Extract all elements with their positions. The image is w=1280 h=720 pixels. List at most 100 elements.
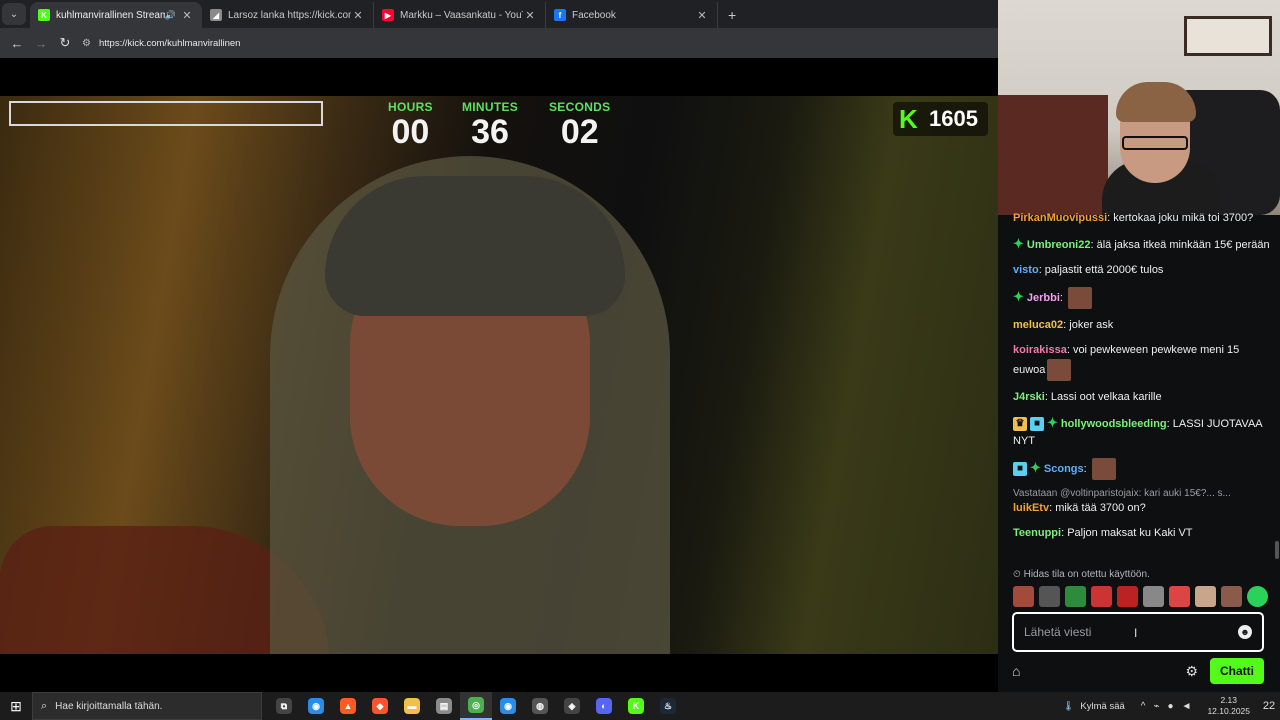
emote-icon[interactable] <box>1065 586 1086 607</box>
tab-close-icon[interactable]: ✕ <box>523 9 537 22</box>
chat-text: : <box>1083 462 1090 475</box>
chat-emote-icon <box>1091 458 1116 480</box>
chat-message[interactable]: J4rski: Lassi oot velkaa karille <box>1013 389 1270 406</box>
chat-username[interactable]: hollywoodsbleeding <box>1061 418 1167 430</box>
verified-star-icon: ✦ <box>1013 236 1024 251</box>
kick-icon-glyph: K <box>628 698 644 714</box>
url-field[interactable]: ⚙ https://kick.com/kuhlmanvirallinen <box>82 32 962 54</box>
task-view-icon[interactable]: ⧉ <box>268 692 300 720</box>
chat-username[interactable]: meluca02 <box>1013 319 1063 331</box>
file-explorer-icon[interactable]: ▬ <box>396 692 428 720</box>
obs-icon[interactable]: ◍ <box>524 692 556 720</box>
unity-icon-glyph: ◈ <box>564 698 580 714</box>
fire-icon[interactable]: ▲ <box>332 692 364 720</box>
network-icon[interactable]: ⌁ <box>1153 701 1159 712</box>
chat-messages[interactable]: PirkanMuovipussi: kertokaa joku mikä toi… <box>998 210 1280 610</box>
weather-widget[interactable]: 🌡 Kylmä sää <box>1062 701 1124 712</box>
emote-icon[interactable] <box>1169 586 1190 607</box>
chat-emote-icon <box>1068 287 1093 309</box>
chat-message[interactable]: ✦ Umbreoni22: älä jaksa itkeä minkään 15€… <box>1013 235 1270 254</box>
discord-icon[interactable]: ◐ <box>588 692 620 720</box>
unity-icon[interactable]: ◈ <box>556 692 588 720</box>
chat-input[interactable] <box>1024 625 1238 639</box>
kick-icon[interactable]: K <box>620 692 652 720</box>
chat-username[interactable]: Umbreoni22 <box>1027 239 1091 251</box>
chat-message[interactable]: ♛ ■ ✦ hollywoodsbleeding: LASSI JUOTAVAA NY… <box>1013 414 1270 450</box>
microphone-icon[interactable]: ● <box>1168 701 1174 712</box>
video-frame[interactable] <box>0 96 998 654</box>
timer-minutes: MINUTES 36 <box>462 100 518 150</box>
emote-icon[interactable] <box>1143 586 1164 607</box>
reload-icon[interactable]: ↻ <box>54 35 76 51</box>
clock[interactable]: 2.13 12.10.2025 <box>1207 695 1250 717</box>
webcam-frame-shape <box>1184 16 1272 56</box>
emote-icon[interactable] <box>1091 586 1112 607</box>
browser-icon[interactable]: ◉ <box>300 692 332 720</box>
browser-tab[interactable]: f Facebook ✕ <box>546 2 718 28</box>
obs-icon-glyph: ◍ <box>532 698 548 714</box>
kick-logo-icon: K <box>899 104 918 134</box>
forward-icon[interactable]: → <box>30 36 52 51</box>
chat-username[interactable]: Teenuppi <box>1013 527 1061 539</box>
new-tab-button[interactable]: + <box>728 7 736 23</box>
emote-icon[interactable] <box>1013 586 1034 607</box>
chat-reply-reference[interactable]: Vastataan @voltinparistojaix: kari auki … <box>1013 488 1270 499</box>
store-icon[interactable]: ⌂ <box>1012 663 1040 679</box>
edge-icon[interactable]: ◉ <box>492 692 524 720</box>
chat-username[interactable]: PirkanMuovipussi <box>1013 212 1107 224</box>
chat-scrollbar[interactable] <box>1275 541 1279 559</box>
send-chat-button[interactable]: Chatti <box>1210 658 1264 684</box>
chat-text: : älä jaksa itkeä minkään 15€ perään <box>1090 239 1270 251</box>
tab-audio-icon[interactable]: 🔊 <box>165 10 176 21</box>
emoji-picker-icon[interactable]: ☻ <box>1238 625 1252 639</box>
site-info-icon[interactable]: ⚙ <box>82 38 91 49</box>
chat-message[interactable]: Teenuppi: Paljon maksat ku Kaki VT <box>1013 525 1270 542</box>
tab-search-button[interactable]: ⌄ <box>2 3 26 25</box>
browser-tab[interactable]: ◢ Larsoz lanka https://kick.com/la✕ <box>202 2 374 28</box>
chat-message[interactable]: visto: paljastit että 2000€ tulos <box>1013 262 1270 279</box>
chat-username[interactable]: J4rski <box>1013 391 1045 403</box>
back-icon[interactable]: ← <box>6 36 28 51</box>
steam-icon[interactable]: ♨ <box>652 692 684 720</box>
chat-message[interactable]: koirakissa: voi pewkeween pewkewe meni 1… <box>1013 342 1270 381</box>
speaker-icon[interactable]: ◄ <box>1182 701 1192 712</box>
chrome-icon[interactable]: ◎ <box>460 692 492 720</box>
chat-message[interactable]: PirkanMuovipussi: kertokaa joku mikä toi… <box>1013 210 1270 227</box>
timer-minutes-value: 36 <box>471 113 509 151</box>
tab-title: kuhlmanvirallinen Stream - <box>56 9 165 21</box>
emote-icon[interactable] <box>1221 586 1242 607</box>
tab-close-icon[interactable]: ✕ <box>180 9 194 22</box>
chat-username[interactable]: luikEtv <box>1013 502 1049 514</box>
chat-message[interactable]: ■ ✦ Scongs: <box>1013 458 1270 480</box>
chat-settings-icon[interactable]: ⚙ <box>1185 663 1198 680</box>
tab-close-icon[interactable]: ✕ <box>351 9 365 22</box>
chat-username[interactable]: visto <box>1013 264 1039 276</box>
emote-icon[interactable] <box>1247 586 1268 607</box>
chat-text: : paljastit että 2000€ tulos <box>1038 264 1164 276</box>
chevron-up-icon[interactable]: ^ <box>1141 701 1146 712</box>
discord-icon-glyph: ◐ <box>596 698 612 714</box>
tab-favicon-icon: ◢ <box>210 9 222 21</box>
chat-input-box[interactable]: I ☻ <box>1012 612 1264 652</box>
tab-close-icon[interactable]: ✕ <box>695 9 709 22</box>
chat-message[interactable]: luikEtv: mikä tää 3700 on? <box>1013 500 1270 517</box>
chat-message[interactable]: meluca02: joker ask <box>1013 317 1270 334</box>
brave-icon[interactable]: ◆ <box>364 692 396 720</box>
notification-icon[interactable]: 22 <box>1258 700 1280 712</box>
stream-player[interactable]: HOURS 00 MINUTES 36 SECONDS 02 K 1605 <box>0 58 998 692</box>
windows-start-icon[interactable]: ⊞ <box>0 692 32 720</box>
chat-username[interactable]: Scongs <box>1044 463 1084 475</box>
emote-icon[interactable] <box>1039 586 1060 607</box>
browser-tab[interactable]: ▶ Markku – Vaasankatu - YouTube✕ <box>374 2 546 28</box>
taskbar-search[interactable]: ⌕ Hae kirjoittamalla tähän. <box>32 692 262 720</box>
emote-icon[interactable] <box>1195 586 1216 607</box>
emote-quickbar <box>1013 586 1268 607</box>
chat-message[interactable]: ✦ Jerbbi: <box>1013 287 1270 309</box>
emote-icon[interactable] <box>1117 586 1138 607</box>
chat-username[interactable]: Jerbbi <box>1027 292 1060 304</box>
address-bar: ← → ↻ ⚙ https://kick.com/kuhlmanvirallin… <box>0 28 1000 58</box>
browser-tab[interactable]: Kkuhlmanvirallinen Stream - 🔊 ✕ <box>30 2 202 28</box>
chat-username[interactable]: koirakissa <box>1013 344 1067 356</box>
explorer-icon[interactable]: ▤ <box>428 692 460 720</box>
viewer-count: 1605 <box>929 106 978 131</box>
